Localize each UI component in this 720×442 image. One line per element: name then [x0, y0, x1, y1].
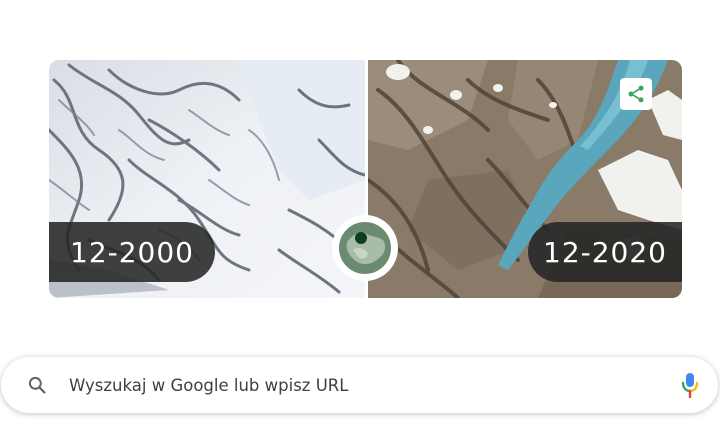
globe-button[interactable]	[332, 215, 398, 281]
before-image: 12-2000	[49, 60, 365, 298]
after-image: 12-2020	[368, 60, 682, 298]
search-icon	[27, 375, 47, 395]
share-icon	[628, 85, 644, 103]
search-input[interactable]: Wyszukaj w Google lub wpisz URL	[69, 376, 678, 395]
search-bar[interactable]: Wyszukaj w Google lub wpisz URL	[1, 357, 718, 413]
year-label-after: 12-2020	[528, 222, 682, 282]
share-button[interactable]	[620, 78, 652, 110]
google-doodle[interactable]: 12-2000 12-2020	[49, 60, 682, 298]
new-tab-page: 12-2000 12-2020 Wyszukaj w Google lub wp…	[0, 0, 720, 442]
microphone-icon[interactable]	[678, 371, 702, 399]
globe-icon	[337, 220, 393, 276]
year-label-before: 12-2000	[49, 222, 215, 282]
